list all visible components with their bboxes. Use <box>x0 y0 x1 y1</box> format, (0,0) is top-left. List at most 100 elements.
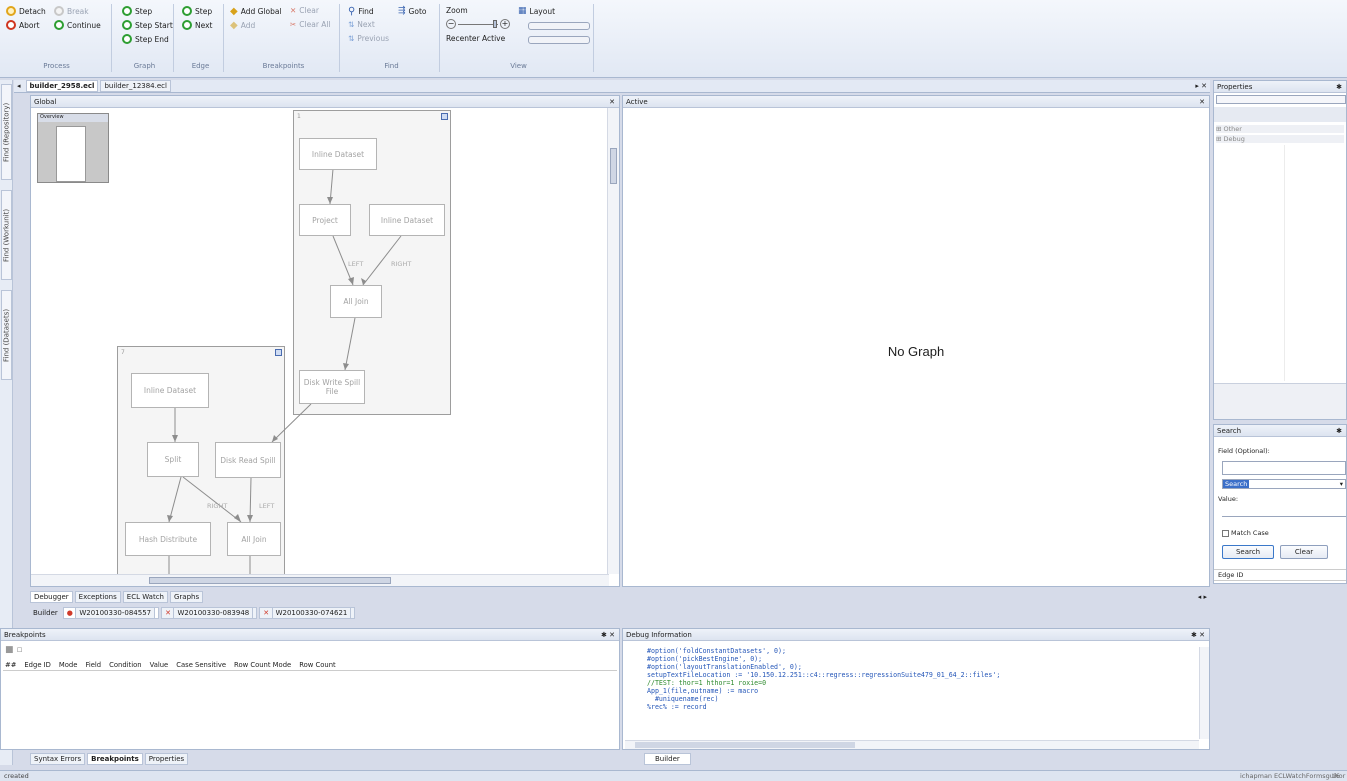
break-icon <box>54 6 64 16</box>
clear-button[interactable]: ✕ Clear <box>290 6 319 15</box>
edge[interactable] <box>168 476 182 523</box>
global-graph-canvas[interactable]: Overview 1 7 LEFT RIGHT RIGHT LEFT Inlin… <box>31 108 609 574</box>
layout-combo-2[interactable] <box>528 36 590 44</box>
column-header[interactable]: Condition <box>109 661 141 669</box>
graph-node[interactable]: Split <box>147 442 199 477</box>
scroll-thumb[interactable] <box>149 577 391 584</box>
edge-next-button[interactable]: Next <box>182 20 212 30</box>
breakpoints-group: ◆ Add Global ✕ Clear ◆ Add ✂ Clear All Break… <box>228 4 340 72</box>
horizontal-scrollbar[interactable] <box>31 574 609 586</box>
properties-object-select[interactable] <box>1216 95 1346 104</box>
layout-combo[interactable] <box>528 22 590 30</box>
pin-icon[interactable]: ✱ <box>1336 81 1342 93</box>
zoom-in-icon[interactable]: + <box>500 19 510 29</box>
zoom-thumb[interactable] <box>493 20 497 28</box>
find-next-button[interactable]: ⇅ Next <box>348 20 375 29</box>
horizontal-scrollbar[interactable] <box>625 740 1199 749</box>
column-header[interactable]: Edge ID <box>24 661 51 669</box>
find-repository-tab[interactable]: Find (Repository) <box>1 84 12 180</box>
pin-close-icon[interactable]: ✱ ✕ <box>1191 629 1205 641</box>
tab-builder-12384[interactable]: builder_12384.ecl <box>100 80 171 92</box>
edge[interactable] <box>344 317 356 371</box>
graph-node[interactable]: All Join <box>330 285 382 318</box>
workunit-tab[interactable]: ✕ W20100330-074621 <box>259 607 356 619</box>
match-case-checkbox[interactable]: Match Case <box>1222 529 1269 537</box>
zoom-out-icon[interactable]: − <box>446 19 456 29</box>
edge[interactable] <box>271 403 312 443</box>
edge-step-button[interactable]: Step <box>182 6 212 16</box>
tab-graphs[interactable]: Graphs <box>170 591 204 603</box>
pin-icon[interactable]: ✱ <box>1336 425 1342 437</box>
add-global-button[interactable]: ◆ Add Global <box>230 6 282 17</box>
continue-button[interactable]: Continue <box>54 20 101 30</box>
graph-node[interactable]: Project <box>299 204 351 236</box>
tab-debugger[interactable]: Debugger <box>30 591 73 603</box>
graph-node[interactable]: Hash Distribute <box>125 522 211 556</box>
vertical-scrollbar[interactable] <box>607 108 619 574</box>
workunit-tab[interactable]: ✕ W20100330-083948 <box>161 607 258 619</box>
column-header[interactable]: Value <box>150 661 169 669</box>
layout-button[interactable]: ▦ Layout <box>518 6 555 16</box>
tab-nav-icon[interactable]: ◂ ▸ <box>1195 592 1210 602</box>
close-icon[interactable]: ✕ <box>609 96 615 108</box>
abort-button[interactable]: Abort <box>6 20 40 30</box>
break-button[interactable]: Break <box>54 6 89 16</box>
tab-syntax-errors[interactable]: Syntax Errors <box>30 753 86 765</box>
search-button[interactable]: Search <box>1222 545 1274 559</box>
results-column-header[interactable]: Edge ID <box>1214 569 1346 581</box>
step-end-button[interactable]: Step End <box>122 34 169 44</box>
search-mode-select[interactable]: Search ▾ <box>1222 479 1346 489</box>
column-header[interactable]: ## <box>5 661 16 669</box>
graph-group-title: Graph <box>133 62 156 70</box>
edge[interactable] <box>182 476 242 523</box>
tab-ecl-watch[interactable]: ECL Watch <box>122 591 168 603</box>
step-start-icon <box>122 20 132 30</box>
column-header[interactable]: Row Count <box>299 661 335 669</box>
property-group-debug[interactable]: ⊞ Debug <box>1216 135 1344 143</box>
tab-properties[interactable]: Properties <box>144 753 189 765</box>
tab-exceptions[interactable]: Exceptions <box>74 591 121 603</box>
pin-close-icon[interactable]: ✱ ✕ <box>601 629 615 641</box>
clear-all-button[interactable]: ✂ Clear All <box>290 20 331 29</box>
find-workunit-tab[interactable]: Find (Workunit) <box>1 190 12 280</box>
tab-breakpoints[interactable]: Breakpoints <box>87 753 143 765</box>
column-header[interactable]: Row Count Mode <box>234 661 291 669</box>
graph-step-button[interactable]: Step <box>122 6 152 16</box>
tab-scroll-icon[interactable]: ◂ <box>14 81 24 91</box>
property-group-other[interactable]: ⊞ Other <box>1216 125 1344 133</box>
code-editor[interactable]: #option('foldConstantDatasets', 0); #opti… <box>647 647 1197 741</box>
field-label: Field (Optional): <box>1218 447 1270 455</box>
close-icon[interactable]: ✕ <box>1199 96 1205 108</box>
find-datasets-tab[interactable]: Find (Datasets) <box>1 290 12 380</box>
detach-button[interactable]: Detach <box>6 6 46 16</box>
value-input[interactable] <box>1222 505 1346 517</box>
find-button[interactable]: ⚲ Find <box>348 6 374 17</box>
graph-node[interactable]: Inline Dataset <box>299 138 377 170</box>
clear-search-button[interactable]: Clear <box>1280 545 1328 559</box>
add-button[interactable]: ◆ Add <box>230 20 255 31</box>
workunit-tab[interactable]: ● W20100330-084557 <box>62 607 160 619</box>
tab-builder-2958[interactable]: builder_2958.ecl <box>25 80 99 92</box>
step-start-button[interactable]: Step Start <box>122 20 173 30</box>
column-header[interactable]: Field <box>85 661 101 669</box>
tab-close-icon[interactable]: ▸ ✕ <box>1192 81 1210 91</box>
delete-icon[interactable]: ■ <box>5 645 14 655</box>
column-header[interactable]: Mode <box>59 661 78 669</box>
graph-node[interactable]: Disk Read Spill <box>215 442 281 478</box>
properties-icon[interactable]: ▫ <box>16 645 22 655</box>
column-header[interactable]: Case Sensitive <box>176 661 226 669</box>
find-previous-button[interactable]: ⇅ Previous <box>348 34 389 43</box>
zoom-slider[interactable]: − + <box>446 18 516 32</box>
scroll-thumb[interactable] <box>610 148 617 184</box>
goto-button[interactable]: ⇶ Goto <box>398 6 426 16</box>
graph-node[interactable]: Inline Dataset <box>369 204 445 236</box>
recenter-active-button[interactable]: Recenter Active <box>446 34 505 43</box>
graph-node[interactable]: Disk Write Spill File <box>299 370 365 404</box>
global-pane: Global ✕ Overview 1 7 LEFT RIGHT RIGHT L… <box>30 95 620 587</box>
vertical-scrollbar[interactable] <box>1199 647 1209 739</box>
graph-node[interactable]: All Join <box>227 522 281 556</box>
tab-builder[interactable]: Builder <box>644 753 691 765</box>
field-input[interactable] <box>1222 461 1346 475</box>
graph-node[interactable]: Inline Dataset <box>131 373 209 408</box>
scroll-thumb[interactable] <box>635 742 855 748</box>
